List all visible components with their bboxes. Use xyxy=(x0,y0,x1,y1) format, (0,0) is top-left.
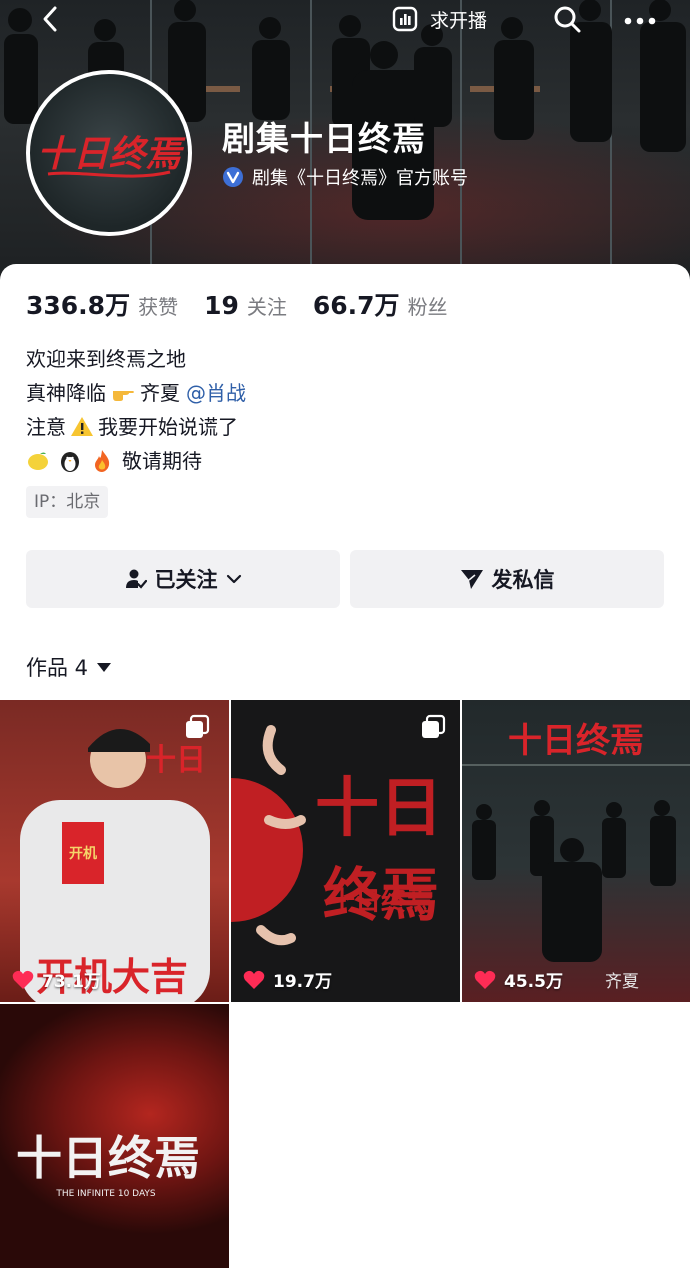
following-button[interactable]: 已关注 xyxy=(26,550,340,608)
action-buttons: 已关注 发私信 xyxy=(26,550,664,608)
stat-following-number: 19 xyxy=(204,291,239,320)
work-item-4[interactable]: 十日终焉 THE INFINITE 10 DAYS xyxy=(0,1004,229,1268)
bio-line-4: 敬请期待 xyxy=(26,444,246,478)
work-3-title: 十日终焉 xyxy=(508,721,644,761)
chevron-down-icon xyxy=(226,574,241,584)
top-navigation-bar: 求开播 xyxy=(0,0,690,40)
fire-icon xyxy=(95,450,110,472)
work-3-thumbnail: 十日终焉 齐夏 xyxy=(462,721,690,992)
work-1-thumbnail: 开机 十日 开机大吉 xyxy=(20,728,210,1002)
work-item-3[interactable]: 十日终焉 齐夏 45.5万 xyxy=(462,700,690,1002)
svg-text:十日: 十日 xyxy=(146,743,206,778)
stat-followers-number: 66.7万 xyxy=(312,291,400,320)
work-4-subtitle: THE INFINITE 10 DAYS xyxy=(55,1189,156,1199)
search-icon[interactable] xyxy=(552,4,582,34)
profile-bio: 欢迎来到终焉之地 真神降临 齐夏 @肖战 注意 我要开始说谎了 敬请期待 xyxy=(26,342,246,478)
account-name: 剧集十日终焉 xyxy=(222,119,426,158)
send-plane-icon xyxy=(460,570,483,589)
work-4-title: 十日终焉 xyxy=(16,1131,200,1185)
bio-line-1: 欢迎来到终焉之地 xyxy=(26,342,246,376)
svg-text:终焉: 终焉 xyxy=(323,861,439,929)
work-3-likes: 45.5万 xyxy=(474,967,563,992)
verified-text: 剧集《十日终焉》官方账号 xyxy=(252,168,468,189)
mention-link[interactable]: @肖战 xyxy=(186,376,246,410)
verified-row: 剧集《十日终焉》官方账号 xyxy=(222,164,468,190)
request-live-label: 求开播 xyxy=(430,9,488,32)
avatar[interactable]: 十日终焉 xyxy=(26,70,192,236)
works-tab[interactable]: 作品 4 xyxy=(26,652,112,682)
stat-following[interactable]: 19 关注 xyxy=(204,291,287,320)
work-2-likes-count: 19.7万 xyxy=(273,972,332,992)
caret-down-icon xyxy=(97,663,112,672)
heart-icon xyxy=(12,970,34,989)
stat-likes[interactable]: 336.8万 获赞 xyxy=(26,286,178,322)
bio-line-2: 真神降临 齐夏 @肖战 xyxy=(26,376,246,410)
work-1-likes-count: 73.1万 xyxy=(42,972,101,992)
works-tab-label: 作品 4 xyxy=(26,656,89,680)
svg-text:十日终焉: 十日终焉 xyxy=(37,133,186,175)
pointing-hand-icon xyxy=(113,391,134,401)
stat-followers-label: 粉丝 xyxy=(407,295,448,319)
work-2-likes: 19.7万 xyxy=(243,967,332,992)
following-button-label: 已关注 xyxy=(154,568,218,592)
send-message-label: 发私信 xyxy=(491,568,555,592)
penguin-icon xyxy=(61,452,79,472)
work-item-2[interactable]: 十日 十日终焉 终焉 19.7万 xyxy=(231,700,460,1002)
svg-text:十日: 十日 xyxy=(315,772,443,846)
heart-icon xyxy=(243,970,265,989)
bio-line-2-text-a: 真神降临 xyxy=(26,381,106,405)
chevron-left-icon[interactable] xyxy=(36,4,66,34)
lemon-icon xyxy=(28,452,48,470)
bio-line-3-text-b: 我要开始说谎了 xyxy=(98,415,238,439)
live-chart-icon xyxy=(392,6,418,32)
multi-image-icon xyxy=(422,714,446,738)
bio-line-2-text-b: 齐夏 xyxy=(140,381,180,405)
user-check-icon xyxy=(125,569,147,589)
stat-likes-label: 获赞 xyxy=(138,295,179,319)
warning-icon xyxy=(71,417,93,436)
more-dots-icon[interactable] xyxy=(622,4,658,34)
work-item-1[interactable]: 开机 十日 开机大吉 73.1万 xyxy=(0,700,229,1002)
heart-icon xyxy=(474,970,496,989)
stat-followers[interactable]: 66.7万 粉丝 xyxy=(313,286,448,322)
send-message-button[interactable]: 发私信 xyxy=(350,550,664,608)
verified-badge-icon xyxy=(223,167,243,187)
bio-line-1-text: 欢迎来到终焉之地 xyxy=(26,347,186,371)
work-3-caption: 齐夏 xyxy=(605,972,639,992)
stat-following-label: 关注 xyxy=(246,295,287,319)
avatar-logo-image: 十日终焉 xyxy=(37,133,186,178)
work-1-likes: 73.1万 xyxy=(12,967,101,992)
stat-likes-number: 336.8万 xyxy=(26,291,131,320)
bio-line-4-text: 敬请期待 xyxy=(122,449,202,473)
profile-stats: 336.8万 获赞 19 关注 66.7万 粉丝 xyxy=(26,286,474,322)
bio-line-3: 注意 我要开始说谎了 xyxy=(26,410,246,444)
multi-image-icon xyxy=(186,714,210,738)
ip-location-tag: IP：北京 xyxy=(26,486,109,518)
work-2-thumbnail: 十日 十日终焉 终焉 xyxy=(231,725,443,946)
request-live-button[interactable]: 求开播 xyxy=(392,2,487,36)
work-3-likes-count: 45.5万 xyxy=(504,972,563,992)
work-4-thumbnail: 十日终焉 THE INFINITE 10 DAYS xyxy=(16,1131,200,1199)
profile-banner: 求开播 十日终焉 剧集十日终焉 剧集《十日终焉》官方账号 xyxy=(0,0,690,300)
svg-text:开机: 开机 xyxy=(69,845,97,862)
bio-line-3-text-a: 注意 xyxy=(26,415,66,439)
